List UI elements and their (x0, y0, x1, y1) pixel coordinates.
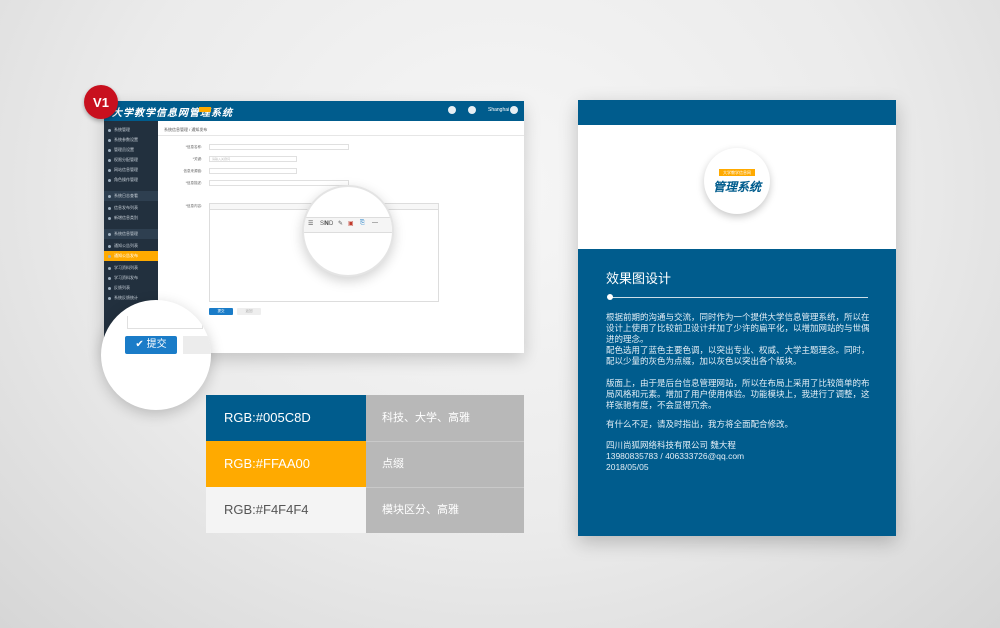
desc-input[interactable] (209, 180, 349, 186)
swatch-code: RGB:#F4F4F4 (206, 487, 366, 533)
sidebar-item[interactable]: 反馈列表 (104, 283, 158, 293)
sidebar-item[interactable]: 新增信息类别 (104, 213, 158, 223)
breadcrumb: 系统信息管理 / 通知发布 (164, 127, 208, 132)
sidebar-item[interactable]: 系统参数设置 (104, 135, 158, 145)
sidebar-item[interactable]: 角色操作管理 (104, 175, 158, 185)
swatch-row-gray: RGB:#F4F4F4 模块区分、高雅 (206, 487, 524, 533)
keywords-input[interactable]: 请输入关键词 (209, 156, 297, 162)
divider (366, 487, 524, 488)
label-link: 信息来源链: (183, 169, 202, 173)
list-icon[interactable]: ☰ (308, 220, 313, 227)
title-tag (199, 107, 211, 112)
submit-button-small[interactable]: 提交 (209, 308, 233, 315)
line-icon[interactable]: — (372, 220, 378, 226)
sidebar-group[interactable]: 系统日志查看 (104, 191, 158, 201)
user-name[interactable]: Shanghai (488, 107, 509, 113)
swatch-desc: 点缀 (366, 441, 524, 487)
paragraph-2: 配色选用了蓝色主要色调，以突出专业、权威、大学主题理念。同时，配以少量的灰色为点… (606, 345, 870, 366)
swatch-code: RGB:#FFAA00 (206, 441, 366, 487)
edit-icon[interactable]: ✎ (338, 220, 343, 227)
sidebar-item[interactable]: 网站信息管理 (104, 165, 158, 175)
zoom-input-edge (127, 316, 203, 329)
sidebar-item[interactable]: 信息发布列表 (104, 203, 158, 213)
submit-button[interactable]: ✔ 提交 (125, 336, 177, 354)
label-name: *信息名称: (185, 145, 202, 149)
attachment-icon[interactable]: ⎘ (360, 220, 365, 227)
date-line: 2018/05/05 (606, 462, 649, 472)
swatch-desc: 模块区分、高雅 (366, 487, 524, 533)
label-keywords: *关键: (192, 157, 202, 161)
label-desc: *信息描述: (185, 181, 202, 185)
settings-icon[interactable] (448, 106, 456, 114)
sidebar-item[interactable]: 管理员设置 (104, 145, 158, 155)
cancel-button-small[interactable]: 返回 (237, 308, 261, 315)
sidebar-item[interactable]: 通知公告列表 (104, 241, 158, 251)
app-title: 大学教学信息网管理系统 (112, 108, 233, 119)
logo-text: 管理系统 (712, 180, 761, 194)
swatch-row-blue: RGB:#005C8D 科技、大学、高雅 (206, 395, 524, 441)
divider (366, 441, 524, 442)
divider (158, 135, 524, 136)
user-icon[interactable] (468, 106, 476, 114)
refresh-icon[interactable] (510, 106, 518, 114)
contact-line: 13980835783 / 406333726@qq.com (606, 451, 745, 461)
sidebar-item[interactable]: 学习资料列表 (104, 263, 158, 273)
sidebar-item[interactable]: 学习资料发布 (104, 273, 158, 283)
card-heading: 效果图设计 (606, 271, 672, 286)
swatch-desc: 科技、大学、高雅 (366, 395, 524, 441)
sidebar-group[interactable]: 系统信息管理 (104, 229, 158, 239)
logo-tag: 大学教学信息网 (719, 169, 755, 176)
label-content: *信息内容: (185, 204, 202, 208)
submit-button-zoom: ✔ 提交 (101, 300, 211, 410)
image-icon[interactable]: ▣ (348, 220, 354, 227)
company-line: 四川尚狐网络科技有限公司 魏大程 (606, 440, 736, 450)
cancel-button[interactable] (183, 336, 211, 354)
format-icon[interactable]: S𝗡D (320, 220, 333, 227)
version-badge: V1 (84, 85, 118, 119)
paragraph-4: 有什么不足，请及时指出，我方将全面配合修改。 (606, 419, 794, 429)
paragraph-3: 版面上，由于是后台信息管理网站，所以在布局上采用了比较简单的布局风格和元素。增加… (606, 378, 870, 410)
name-input[interactable] (209, 144, 349, 150)
sidebar-item[interactable]: 系统管理 (104, 125, 158, 135)
link-input[interactable] (209, 168, 297, 174)
swatch-row-orange: RGB:#FFAA00 点缀 (206, 441, 524, 487)
heading-underline (612, 297, 868, 298)
sidebar-item[interactable]: 权限分配管理 (104, 155, 158, 165)
swatch-code: RGB:#005C8D (206, 395, 366, 441)
editor-toolbar-zoom: ☰ S𝗡D ✎ ▣ ⎘ — (302, 185, 394, 277)
sidebar-item-active[interactable]: 通知公告发布 (104, 251, 158, 261)
paragraph-1: 根据前期的沟通与交流，同时作为一个提供大学信息管理系统，所以在设计上使用了比较前… (606, 312, 870, 344)
